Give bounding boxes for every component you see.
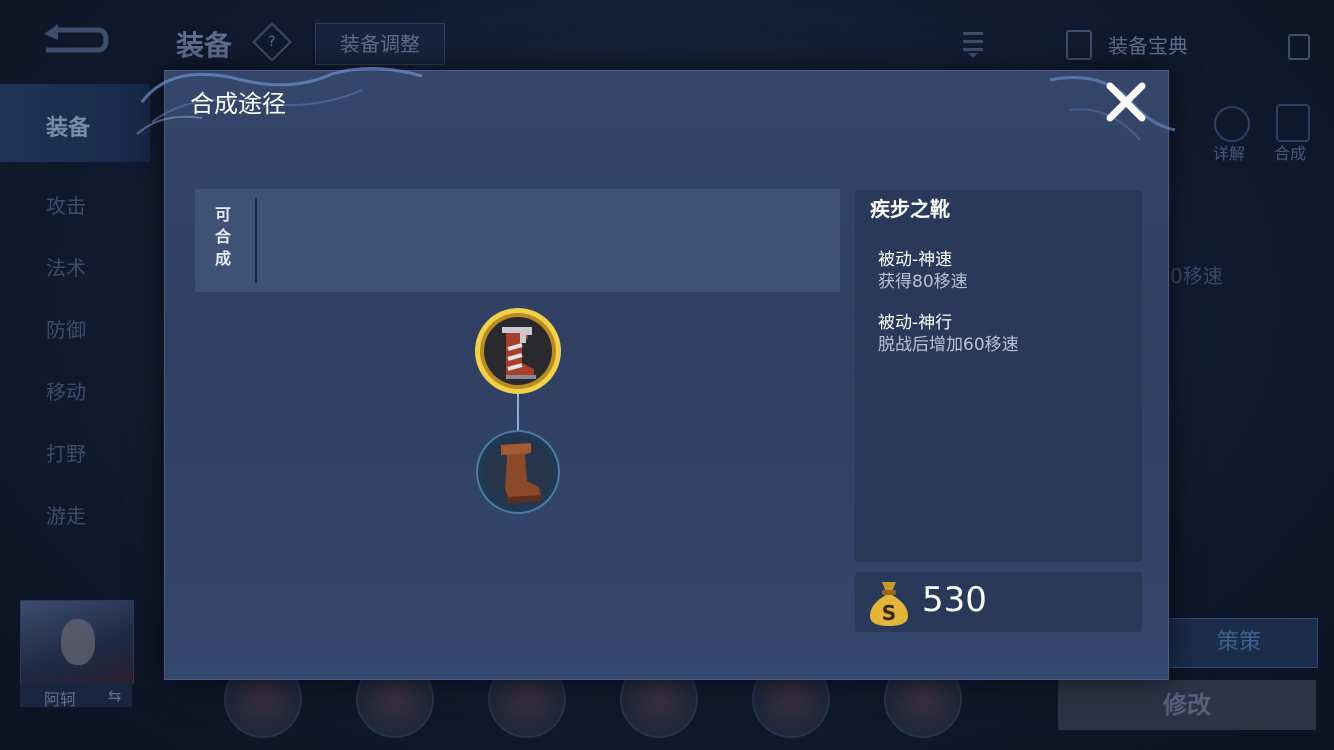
divider	[255, 198, 257, 283]
page-title: 装备	[176, 29, 233, 62]
codex-label[interactable]: 装备宝典	[1108, 30, 1188, 59]
sidebar-item-magic[interactable]: 法术	[46, 252, 86, 281]
help-icon[interactable]: ?	[252, 22, 292, 62]
detail-label[interactable]: 详解	[1213, 140, 1245, 164]
adjust-equipment-button[interactable]: 装备调整	[315, 23, 445, 65]
hero-portrait	[61, 619, 95, 665]
plan-button[interactable]: 策策	[1160, 618, 1318, 668]
hero-avatar[interactable]	[20, 600, 134, 684]
sidebar-item-defense[interactable]: 防御	[46, 314, 86, 343]
can-compose-label: 可合成	[214, 205, 231, 268]
detail-play-icon[interactable]	[1214, 106, 1250, 142]
codex-icon[interactable]	[1066, 30, 1092, 60]
price-value: 530	[922, 580, 987, 620]
hero-name: 阿轲	[44, 690, 77, 709]
leather-boots-icon[interactable]	[475, 429, 561, 515]
dialog-title: 合成途径	[190, 90, 286, 118]
can-compose-panel	[195, 189, 840, 292]
compose-icon[interactable]	[1276, 104, 1310, 142]
background-stat-text: 0移速	[1170, 264, 1223, 288]
compose-label[interactable]: 合成	[1274, 140, 1306, 164]
sidebar-item-attack[interactable]: 攻击	[46, 190, 86, 219]
boots-of-haste-icon[interactable]	[472, 305, 564, 397]
sidebar-item-equipment[interactable]: 装备	[46, 110, 90, 142]
list-icon[interactable]	[960, 28, 986, 58]
back-arrow-icon[interactable]	[40, 22, 110, 58]
close-icon[interactable]	[1102, 78, 1150, 126]
sidebar-item-movement[interactable]: 移动	[46, 376, 86, 405]
item-name: 疾步之靴	[870, 197, 950, 221]
sidebar-item-roam[interactable]: 游走	[46, 500, 86, 529]
passive-desc: 脱战后增加60移速	[878, 335, 1019, 355]
tree-connector	[517, 393, 519, 433]
battery-icon	[1288, 34, 1310, 60]
gold-bag-icon: S	[870, 582, 908, 626]
sidebar-item-jungle[interactable]: 打野	[46, 438, 86, 467]
svg-text:S: S	[882, 601, 896, 625]
passive-desc: 获得80移速	[878, 272, 968, 292]
swap-icon[interactable]: ⇆	[108, 686, 121, 705]
modify-button[interactable]: 修改	[1058, 680, 1316, 730]
